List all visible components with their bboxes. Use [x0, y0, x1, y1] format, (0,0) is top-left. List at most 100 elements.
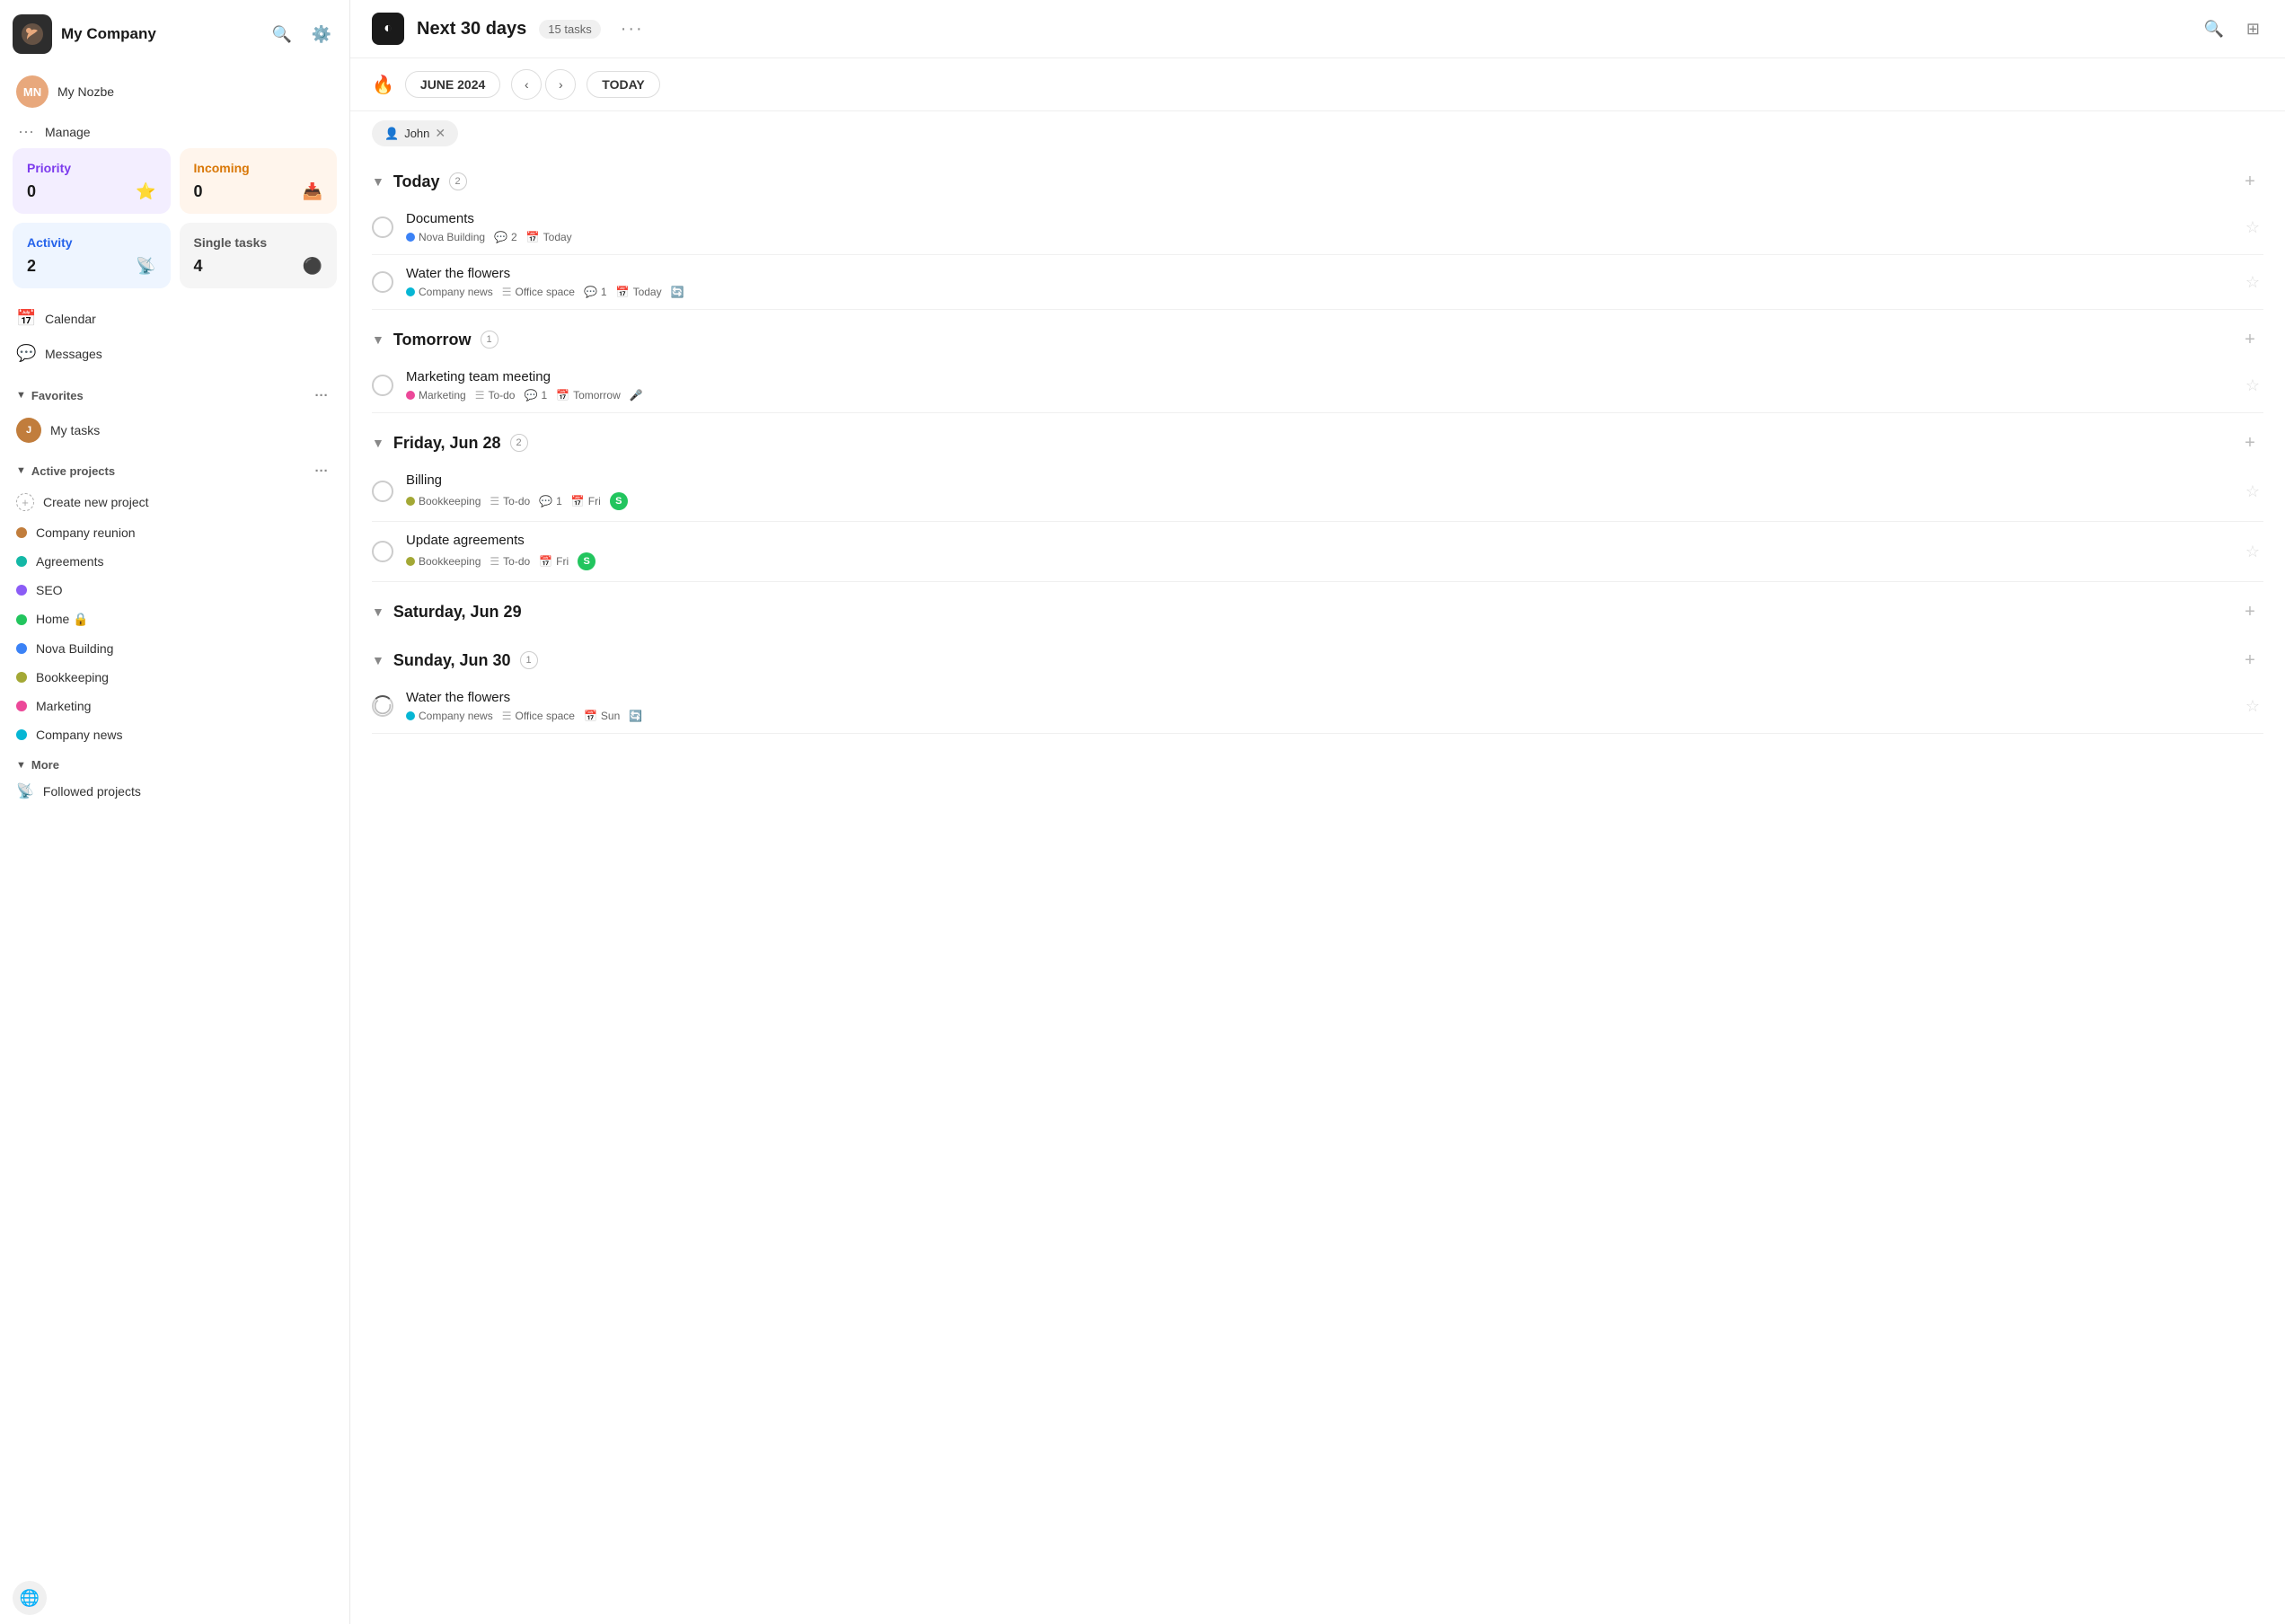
- company-news-dot: [16, 729, 27, 740]
- meeting-date-icon: 📅: [556, 389, 569, 402]
- activity-count: 2: [27, 257, 36, 276]
- search-button[interactable]: 🔍: [267, 19, 297, 49]
- sidebar-item-company-news[interactable]: Company news: [7, 720, 342, 749]
- task-documents-checkbox[interactable]: [372, 216, 393, 238]
- section-sun30-add-button[interactable]: +: [2236, 647, 2263, 674]
- fire-icon[interactable]: 🔥: [372, 74, 394, 96]
- meeting-date: 📅 Tomorrow: [556, 389, 621, 402]
- section-today-title: Today: [393, 172, 440, 191]
- header-more-button[interactable]: ···: [613, 15, 651, 43]
- section-sat29-toggle[interactable]: ▼: [372, 605, 384, 619]
- section-sat29-header: ▼ Saturday, Jun 29 +: [372, 586, 2263, 631]
- header-search-button[interactable]: 🔍: [2198, 13, 2230, 45]
- single-tasks-icon: ⚫: [303, 257, 322, 276]
- home-label: Home 🔒: [36, 612, 89, 627]
- header-view-options-button[interactable]: ⊞: [2243, 16, 2263, 42]
- app-logo[interactable]: [13, 14, 52, 54]
- update-star-button[interactable]: ☆: [2242, 543, 2263, 561]
- billing-star-button[interactable]: ☆: [2242, 482, 2263, 501]
- task-update-agreements-checkbox[interactable]: [372, 541, 393, 562]
- water-sun-star-button[interactable]: ☆: [2242, 697, 2263, 716]
- main-header: ◐ Next 30 days 15 tasks ··· 🔍 ⊞: [350, 0, 2285, 58]
- section-sun30-toggle[interactable]: ▼: [372, 653, 384, 667]
- task-billing[interactable]: Billing Bookkeeping ☰ To-do 💬 1: [372, 462, 2263, 522]
- task-billing-checkbox[interactable]: [372, 481, 393, 502]
- section-today-add-button[interactable]: +: [2236, 168, 2263, 195]
- sidebar-item-calendar[interactable]: 📅 Calendar: [7, 301, 342, 336]
- section-tomorrow-add-button[interactable]: +: [2236, 326, 2263, 353]
- more-header[interactable]: ▼ More: [7, 749, 342, 775]
- sidebar-item-home[interactable]: Home 🔒: [7, 605, 342, 634]
- section-sat29-add-button[interactable]: +: [2236, 598, 2263, 625]
- task-documents[interactable]: Documents Nova Building 💬 2 📅 Today: [372, 200, 2263, 255]
- single-tasks-card[interactable]: Single tasks 4 ⚫: [180, 223, 338, 288]
- sidebar-item-marketing[interactable]: Marketing: [7, 692, 342, 720]
- sidebar-item-my-tasks[interactable]: J My tasks: [7, 410, 342, 450]
- next-month-button[interactable]: ›: [545, 69, 576, 100]
- agreements-dot: [16, 556, 27, 567]
- main-title: Next 30 days: [417, 19, 526, 40]
- task-documents-content: Documents Nova Building 💬 2 📅 Today: [406, 211, 2229, 243]
- section-tomorrow-toggle[interactable]: ▼: [372, 332, 384, 347]
- my-tasks-label: My tasks: [50, 423, 100, 437]
- update-project-tag: Bookkeeping: [406, 555, 481, 568]
- water-section: ☰ Office space: [502, 286, 575, 298]
- sidebar-item-agreements[interactable]: Agreements: [7, 547, 342, 576]
- task-marketing-meeting-name: Marketing team meeting: [406, 369, 2229, 384]
- section-fri28-toggle[interactable]: ▼: [372, 436, 384, 450]
- main-panel: ◐ Next 30 days 15 tasks ··· 🔍 ⊞ 🔥 JUNE 2…: [350, 0, 2285, 1624]
- sidebar-item-seo[interactable]: SEO: [7, 576, 342, 605]
- person-filter-chip[interactable]: 👤 John ✕: [372, 120, 458, 146]
- meeting-mic-icon: 🎤: [630, 389, 643, 402]
- sidebar-item-bookkeeping[interactable]: Bookkeeping: [7, 663, 342, 692]
- manage-item[interactable]: ··· Manage: [0, 115, 349, 148]
- sidebar-item-company-reunion[interactable]: Company reunion: [7, 518, 342, 547]
- more-section: ▼ More 📡 Followed projects: [0, 749, 349, 808]
- task-water-flowers-checkbox[interactable]: [372, 271, 393, 293]
- incoming-card[interactable]: Incoming 0 📥: [180, 148, 338, 214]
- meeting-comments-icon: 💬: [524, 389, 537, 402]
- meeting-section-icon: ☰: [475, 389, 485, 402]
- active-projects-more-button[interactable]: ···: [310, 459, 333, 482]
- person-filter-name: John: [404, 127, 429, 140]
- month-selector[interactable]: JUNE 2024: [405, 71, 500, 98]
- billing-project-dot: [406, 497, 415, 506]
- globe-icon[interactable]: 🌐: [13, 1581, 47, 1615]
- sidebar-item-nova-building[interactable]: Nova Building: [7, 634, 342, 663]
- sidebar-item-messages[interactable]: 💬 Messages: [7, 336, 342, 371]
- water-project-tag: Company news: [406, 286, 493, 298]
- sidebar-item-followed-projects[interactable]: 📡 Followed projects: [7, 775, 342, 808]
- section-today-toggle[interactable]: ▼: [372, 174, 384, 189]
- remove-filter-button[interactable]: ✕: [435, 126, 446, 141]
- priority-label: Priority: [27, 161, 156, 175]
- sidebar-item-create-project[interactable]: + Create new project: [7, 486, 342, 518]
- meeting-project-dot: [406, 391, 415, 400]
- favorites-section: ▼ Favorites ··· J My tasks: [0, 375, 349, 450]
- water-sun-recurring-icon: 🔄: [629, 710, 642, 722]
- followed-projects-icon: 📡: [16, 782, 34, 800]
- favorites-header[interactable]: ▼ Favorites ···: [7, 375, 342, 410]
- task-water-flowers-today[interactable]: Water the flowers Company news ☰ Office …: [372, 255, 2263, 310]
- section-fri28-add-button[interactable]: +: [2236, 429, 2263, 456]
- active-projects-header[interactable]: ▼ Active projects ···: [7, 450, 342, 486]
- water-sun-section: ☰ Office space: [502, 710, 575, 722]
- task-update-agreements-name: Update agreements: [406, 533, 2229, 548]
- task-marketing-meeting-checkbox[interactable]: [372, 375, 393, 396]
- activity-card[interactable]: Activity 2 📡: [13, 223, 171, 288]
- task-water-flowers-sun-checkbox[interactable]: [372, 695, 393, 717]
- settings-button[interactable]: ⚙️: [306, 19, 337, 49]
- task-marketing-meeting[interactable]: Marketing team meeting Marketing ☰ To-do…: [372, 358, 2263, 413]
- today-button[interactable]: TODAY: [587, 71, 659, 98]
- update-date-icon: 📅: [539, 555, 552, 568]
- home-dot: [16, 614, 27, 625]
- meeting-star-button[interactable]: ☆: [2242, 376, 2263, 395]
- priority-card[interactable]: Priority 0 ⭐: [13, 148, 171, 214]
- task-update-agreements[interactable]: Update agreements Bookkeeping ☰ To-do 📅: [372, 522, 2263, 582]
- prev-month-button[interactable]: ‹: [511, 69, 542, 100]
- my-nozbe-item[interactable]: MN My Nozbe: [0, 68, 349, 115]
- water-star-button[interactable]: ☆: [2242, 273, 2263, 292]
- documents-star-button[interactable]: ☆: [2242, 218, 2263, 237]
- task-billing-name: Billing: [406, 472, 2229, 488]
- favorites-more-button[interactable]: ···: [310, 384, 333, 407]
- task-water-flowers-sun[interactable]: Water the flowers Company news ☰ Office …: [372, 679, 2263, 734]
